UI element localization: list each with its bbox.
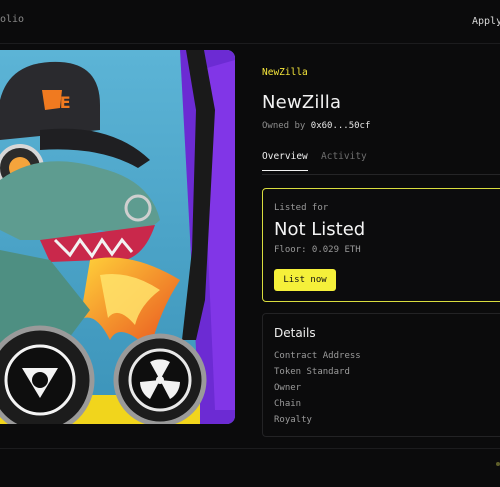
details-heading: Details [274,326,316,340]
details-card: Details Contract Address Token Standard … [262,313,500,437]
listed-for-label: Listed for [274,203,329,213]
tab-bar: Overview Activity [262,151,500,175]
list-now-button[interactable]: List now [274,269,336,291]
owned-by: Owned by 0x60...50cf [262,121,370,131]
svg-text:CE: CE [48,93,71,112]
nft-artwork: CE [0,50,235,424]
listing-card: Listed for Not Listed Floor: 0.029 ETH L… [262,188,500,302]
floor-price: Floor: 0.029 ETH [274,245,361,255]
breadcrumb[interactable]: olio [0,14,24,25]
detail-contract-address: Contract Address [274,351,361,361]
owner-address[interactable]: 0x60...50cf [311,121,371,131]
owned-label: Owned by [262,121,306,131]
detail-owner: Owner [274,383,302,393]
top-bar: olio Apply [0,0,500,44]
nft-title: NewZilla [262,92,342,113]
status-dot [496,462,500,466]
bottom-divider [0,448,500,449]
detail-token-standard: Token Standard [274,367,350,377]
tab-activity[interactable]: Activity [321,151,367,162]
listing-status: Not Listed [274,219,366,240]
apply-button[interactable]: Apply [472,16,500,27]
detail-chain: Chain [274,399,302,409]
tab-overview[interactable]: Overview [262,151,308,171]
collection-link[interactable]: NewZilla [262,67,308,78]
detail-royalty: Royalty [274,415,312,425]
